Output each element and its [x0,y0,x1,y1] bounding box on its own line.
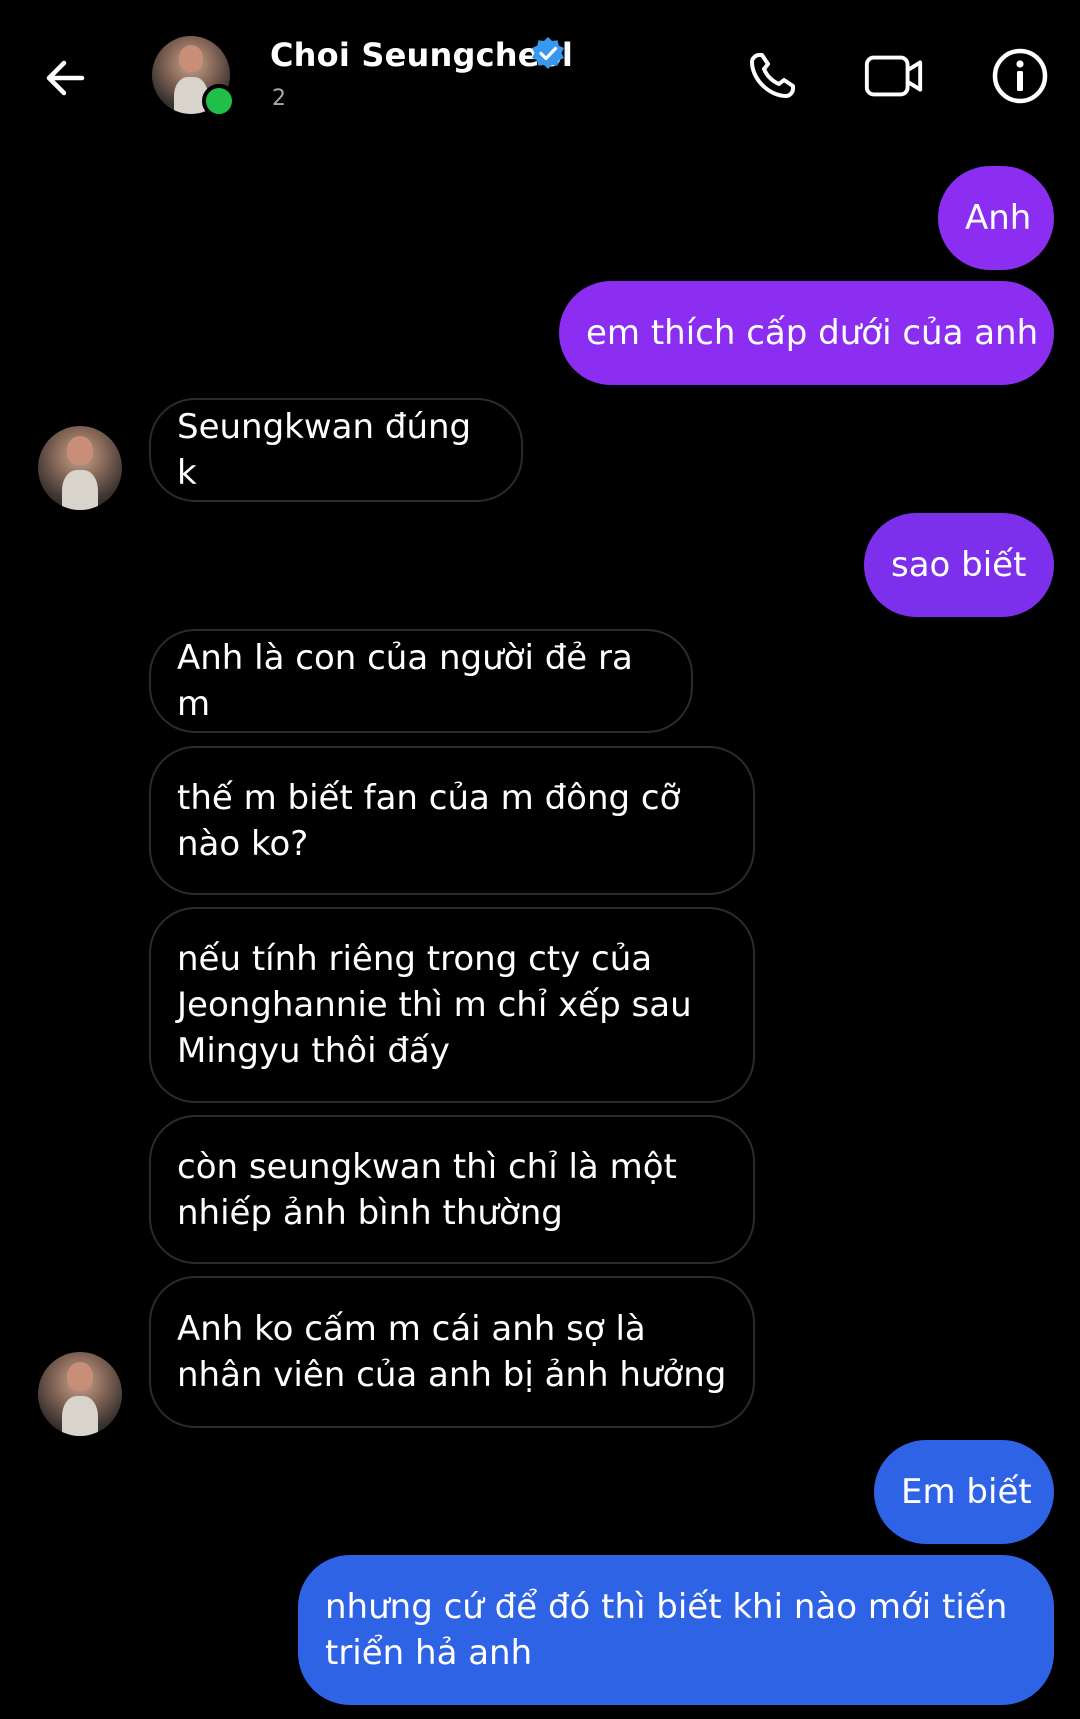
message-text: thế m biết fan của m đông cỡ nào ko? [177,777,681,864]
message-text: Anh ko cấm m cái anh sợ là nhân viên của… [177,1309,727,1395]
contact-subtitle: 2 [272,86,286,111]
incoming-message[interactable]: Seungkwan đúng k [149,398,523,502]
incoming-message[interactable]: nếu tính riêng trong cty của Jeonghannie… [149,907,755,1103]
video-camera-icon [864,55,923,97]
chat-header: Choi Seungcheol 2 [0,0,1080,150]
message-text: em thích cấp dưới của anh [586,313,1039,353]
back-button[interactable] [38,50,94,106]
video-call-button[interactable] [862,44,926,108]
outgoing-message[interactable]: em thích cấp dưới của anh [559,281,1054,385]
verified-badge-icon [532,37,564,69]
message-text: nếu tính riêng trong cty của Jeonghannie… [177,939,692,1071]
incoming-message[interactable]: Anh ko cấm m cái anh sợ là nhân viên của… [149,1276,755,1428]
message-text: Seungkwan đúng k [177,407,472,493]
incoming-message[interactable]: còn seungkwan thì chỉ là một nhiếp ảnh b… [149,1115,755,1264]
voice-call-button[interactable] [740,44,804,108]
outgoing-message[interactable]: sao biết [864,513,1054,617]
avatar [38,1352,122,1436]
outgoing-message[interactable]: Anh [938,166,1054,270]
incoming-message[interactable]: Anh là con của người đẻ ra m [149,629,693,733]
sender-avatar[interactable] [38,426,122,510]
arrow-left-icon [46,60,85,96]
outgoing-message[interactable]: Em biết [874,1440,1054,1544]
phone-icon [750,53,795,98]
avatar [38,426,122,510]
info-button[interactable] [988,44,1052,108]
sender-avatar[interactable] [38,1352,122,1436]
contact-avatar[interactable] [152,36,236,118]
message-text: Anh [965,198,1032,238]
contact-name[interactable]: Choi Seungcheol [270,36,573,74]
message-text: Em biết [901,1472,1032,1512]
outgoing-message[interactable]: nhưng cứ để đó thì biết khi nào mới tiến… [298,1555,1054,1705]
message-text: nhưng cứ để đó thì biết khi nào mới tiến… [325,1587,1008,1673]
message-text: sao biết [891,545,1027,585]
message-text: Anh là con của người đẻ ra m [177,638,633,724]
message-text: còn seungkwan thì chỉ là một nhiếp ảnh b… [177,1146,677,1233]
online-status-dot [202,84,236,118]
info-icon [992,48,1048,104]
incoming-message[interactable]: thế m biết fan của m đông cỡ nào ko? [149,746,755,895]
